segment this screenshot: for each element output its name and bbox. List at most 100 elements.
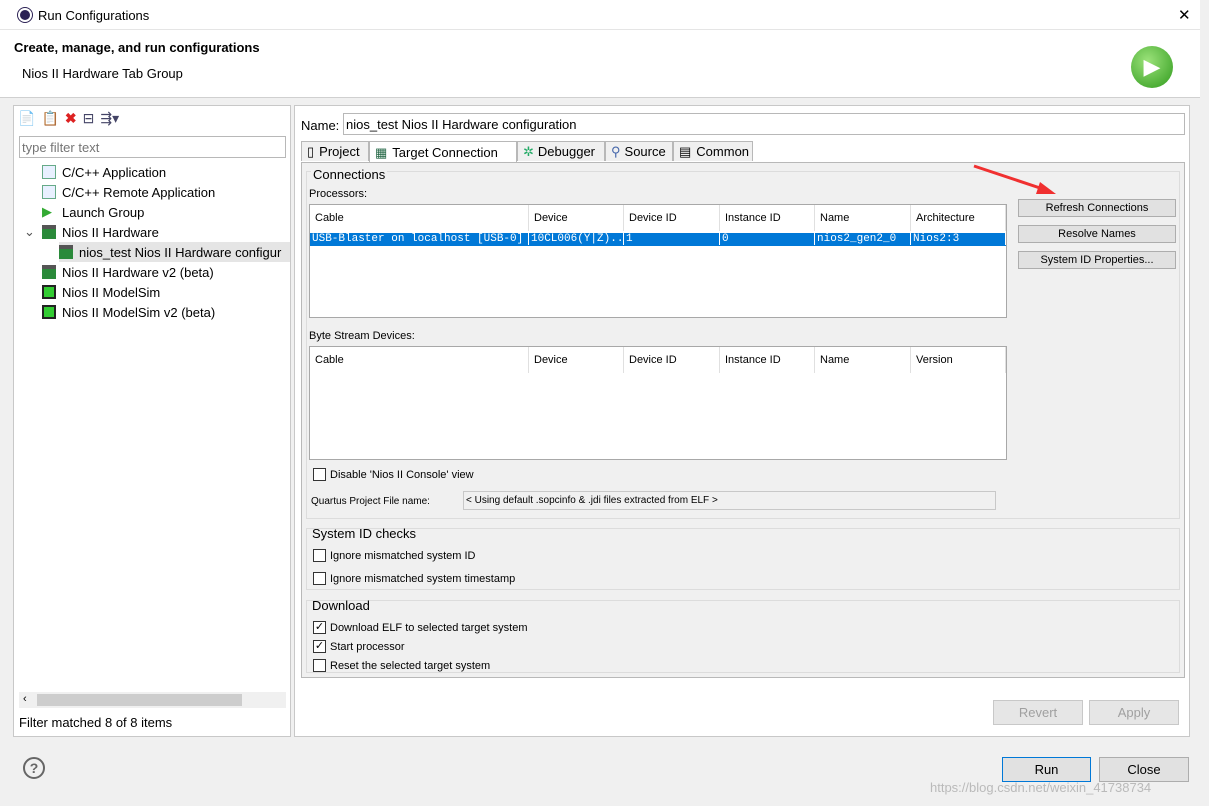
connections-title: Connections	[311, 167, 388, 182]
column-header-version[interactable]: Version	[911, 347, 1006, 373]
close-window-button[interactable]: ✕	[1178, 6, 1191, 24]
bytestream-label: Byte Stream Devices:	[309, 330, 415, 342]
download-group: Download ✓ Download ELF to selected targe…	[306, 598, 1180, 673]
checkbox[interactable]	[313, 572, 326, 585]
table-row[interactable]: USB-Blaster on localhost [USB-0] 10CL006…	[310, 233, 1006, 246]
header-title: Create, manage, and run configurations	[14, 40, 260, 55]
eclipse-icon	[18, 8, 32, 22]
column-header-instance-id[interactable]: Instance ID	[720, 347, 815, 373]
disable-console-checkbox[interactable]: Disable 'Nios II Console' view	[313, 468, 474, 481]
nios-hardware-icon	[59, 245, 73, 259]
tree-item-modelsim[interactable]: Nios II ModelSim	[42, 282, 160, 302]
tree-item-nios-hardware-v2[interactable]: Nios II Hardware v2 (beta)	[42, 262, 214, 282]
revert-button[interactable]: Revert	[993, 700, 1083, 725]
tree-item-c-app[interactable]: C/C++ Application	[42, 162, 166, 182]
checkbox[interactable]	[313, 659, 326, 672]
horizontal-scrollbar[interactable]: ‹	[19, 692, 286, 708]
column-header-cable[interactable]: Cable	[310, 347, 529, 373]
start-processor-checkbox[interactable]: ✓ Start processor	[313, 640, 405, 653]
checkbox[interactable]	[313, 468, 326, 481]
tab-bar: ▯ Project ▦ Target Connection ✲ Debugger ⚲ S…	[301, 141, 1185, 163]
checkbox[interactable]	[313, 549, 326, 562]
c-app-icon	[42, 165, 56, 179]
duplicate-icon[interactable]: 📋	[41, 110, 58, 127]
ignore-system-id-checkbox[interactable]: Ignore mismatched system ID	[313, 549, 476, 562]
header-subtitle: Nios II Hardware Tab Group	[22, 66, 183, 81]
tree-item-c-remote[interactable]: C/C++ Remote Application	[42, 182, 215, 202]
tree-item-launch-group[interactable]: ▶ Launch Group	[42, 202, 144, 222]
scrollbar-thumb[interactable]	[37, 694, 242, 706]
help-button[interactable]: ?	[23, 757, 45, 779]
nios-hardware-icon	[42, 265, 56, 279]
column-header-device-id[interactable]: Device ID	[624, 205, 720, 231]
checkbox[interactable]: ✓	[313, 621, 326, 634]
title-bar: Run Configurations ✕	[0, 0, 1200, 30]
cell-device: 10CL006(Y|Z)...	[531, 233, 624, 245]
tree-item-nios-hardware[interactable]: ⌄ Nios II Hardware	[24, 222, 159, 242]
quartus-file-field[interactable]: < Using default .sopcinfo & .jdi files e…	[463, 491, 996, 510]
tab-debugger[interactable]: ✲ Debugger	[517, 141, 605, 161]
config-tree-panel: 📄 📋 ✖ ⊟ ⇶▾ C/C++ Application C/C++ Remot…	[13, 105, 291, 737]
sysid-title: System ID checks	[312, 526, 417, 541]
c-app-icon	[42, 185, 56, 199]
dialog-header: Create, manage, and run configurations N…	[0, 30, 1200, 98]
column-header-device[interactable]: Device	[529, 347, 624, 373]
target-connection-icon: ▦	[375, 144, 388, 160]
column-header-name[interactable]: Name	[815, 205, 911, 231]
apply-button[interactable]: Apply	[1089, 700, 1179, 725]
modelsim-icon	[42, 285, 56, 299]
column-header-name[interactable]: Name	[815, 347, 911, 373]
filter-status: Filter matched 8 of 8 items	[19, 715, 173, 730]
common-icon: ▤	[679, 143, 692, 159]
column-header-device[interactable]: Device	[529, 205, 624, 231]
chevron-down-icon[interactable]: ⌄	[24, 224, 42, 240]
processors-table: Cable Device Device ID Instance ID Name …	[309, 204, 1007, 318]
tab-project[interactable]: ▯ Project	[301, 141, 369, 161]
column-header-device-id[interactable]: Device ID	[624, 347, 720, 373]
column-header-architecture[interactable]: Architecture	[911, 205, 1006, 231]
cell-cable: USB-Blaster on localhost [USB-0]	[310, 233, 529, 245]
collapse-all-icon[interactable]: ⊟	[83, 110, 95, 127]
system-id-properties-button[interactable]: System ID Properties...	[1018, 251, 1176, 269]
scroll-left-icon[interactable]: ‹	[23, 693, 27, 705]
new-config-icon[interactable]: 📄	[18, 110, 35, 127]
close-button[interactable]: Close	[1099, 757, 1189, 782]
tab-source[interactable]: ⚲ Source	[605, 141, 673, 161]
quartus-label: Quartus Project File name:	[311, 496, 430, 507]
run-icon: ▶	[1131, 46, 1173, 88]
processors-header: Cable Device Device ID Instance ID Name …	[310, 205, 1006, 231]
download-title: Download	[312, 598, 370, 613]
tab-target-connection[interactable]: ▦ Target Connection	[369, 141, 517, 163]
delete-icon[interactable]: ✖	[65, 110, 77, 127]
watermark: https://blog.csdn.net/weixin_41738734	[930, 780, 1152, 795]
tree-item-modelsim-v2[interactable]: Nios II ModelSim v2 (beta)	[42, 302, 215, 322]
connections-group: Connections Processors: Cable Device Dev…	[306, 167, 1180, 519]
refresh-connections-button[interactable]: Refresh Connections	[1018, 199, 1176, 217]
ignore-timestamp-checkbox[interactable]: Ignore mismatched system timestamp	[313, 572, 515, 585]
config-tree: C/C++ Application C/C++ Remote Applicati…	[14, 162, 290, 362]
source-icon: ⚲	[611, 143, 621, 159]
name-label: Name:	[301, 118, 340, 133]
cell-architecture: Nios2:3	[911, 233, 1006, 245]
download-elf-checkbox[interactable]: ✓ Download ELF to selected target system	[313, 621, 527, 634]
cell-name: nios2_gen2_0	[815, 233, 911, 245]
tree-item-nios-test[interactable]: nios_test Nios II Hardware configur	[59, 242, 290, 262]
name-input[interactable]	[343, 113, 1185, 135]
tab-common[interactable]: ▤ Common	[673, 141, 753, 161]
filter-input[interactable]	[19, 136, 286, 158]
modelsim-icon	[42, 305, 56, 319]
red-arrow-annotation	[973, 164, 1056, 194]
project-icon: ▯	[307, 143, 315, 159]
checkbox[interactable]: ✓	[313, 640, 326, 653]
window-title: Run Configurations	[38, 8, 150, 23]
left-toolbar: 📄 📋 ✖ ⊟ ⇶▾	[18, 110, 119, 127]
tab-content: Connections Processors: Cable Device Dev…	[301, 162, 1185, 678]
processors-label: Processors:	[309, 188, 368, 200]
system-id-group: System ID checks Ignore mismatched syste…	[306, 526, 1180, 590]
filter-icon[interactable]: ⇶▾	[100, 110, 119, 127]
reset-target-checkbox[interactable]: Reset the selected target system	[313, 659, 490, 672]
resolve-names-button[interactable]: Resolve Names	[1018, 225, 1176, 243]
run-button[interactable]: Run	[1002, 757, 1091, 782]
column-header-instance-id[interactable]: Instance ID	[720, 205, 815, 231]
column-header-cable[interactable]: Cable	[310, 205, 529, 231]
